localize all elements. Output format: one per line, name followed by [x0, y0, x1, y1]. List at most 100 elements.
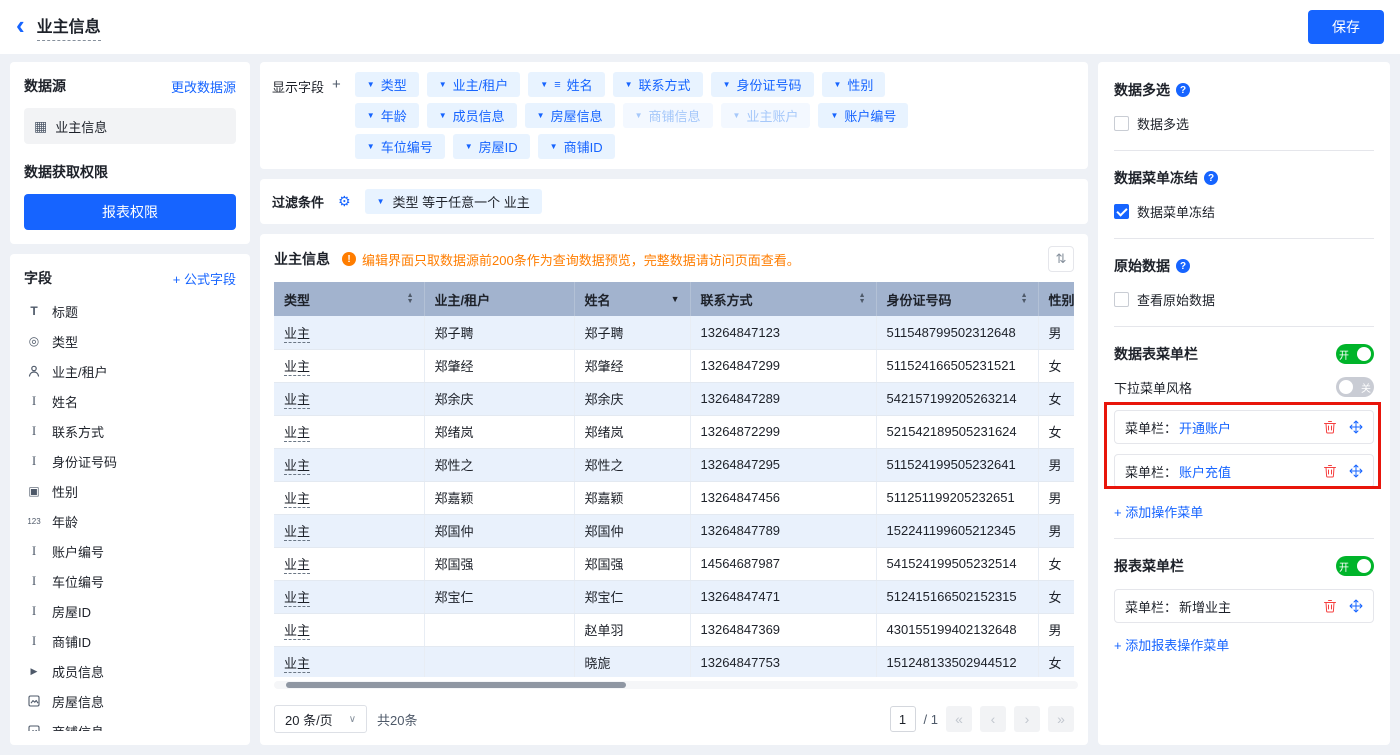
display-field-tag[interactable]: ▼房屋信息	[525, 103, 615, 128]
display-field-tag[interactable]: ▼≡姓名	[528, 72, 604, 97]
cell-type[interactable]: 业主	[274, 613, 424, 646]
next-page-button[interactable]: ›	[1014, 706, 1040, 732]
add-report-menu-link[interactable]: + 添加报表操作菜单	[1114, 638, 1229, 653]
table-row[interactable]: 业主 郑肇经 郑肇经 13264847299 51152416650523152…	[274, 349, 1074, 382]
sort-icon[interactable]: ▲▼	[407, 293, 414, 305]
table-row[interactable]: 业主 晓旎 13264847753 151248133502944512 女	[274, 646, 1074, 677]
cell-type[interactable]: 业主	[274, 547, 424, 580]
column-header[interactable]: 联系方式 ▲▼	[690, 282, 876, 316]
field-item-name[interactable]: I姓名	[24, 386, 236, 416]
drag-handle-icon[interactable]: ≡	[554, 79, 560, 91]
field-item-contact[interactable]: I联系方式	[24, 416, 236, 446]
display-field-tag[interactable]: ▼成员信息	[427, 103, 517, 128]
column-header[interactable]: 性别 ▲▼	[1038, 282, 1074, 316]
gear-icon[interactable]: ⚙	[338, 193, 351, 210]
multi-select-option[interactable]: 数据多选	[1114, 114, 1374, 133]
cell-type[interactable]: 业主	[274, 646, 424, 677]
dropdown-style-toggle[interactable]: 关	[1336, 377, 1374, 397]
chevron-down-icon[interactable]: ▼	[625, 80, 633, 89]
report-menubar-toggle[interactable]: 开	[1336, 556, 1374, 576]
chevron-down-icon[interactable]: ▼	[723, 80, 731, 89]
display-field-tag[interactable]: ▼车位编号	[355, 134, 445, 159]
datasource-item[interactable]: ▦ 业主信息	[24, 108, 236, 144]
help-icon[interactable]: ?	[1176, 83, 1190, 97]
delete-icon[interactable]	[1323, 599, 1337, 613]
field-item-parking-no[interactable]: I车位编号	[24, 566, 236, 596]
cell-type[interactable]: 业主	[274, 580, 424, 613]
move-icon[interactable]	[1349, 420, 1363, 434]
save-button[interactable]: 保存	[1308, 10, 1384, 44]
chevron-down-icon[interactable]: ▼	[367, 142, 375, 151]
table-row[interactable]: 业主 郑绪岚 郑绪岚 13264872299 52154218950523162…	[274, 415, 1074, 448]
field-item-owner-tenant[interactable]: 业主/租户	[24, 356, 236, 386]
menu-item-row[interactable]: 菜单栏： 账户充值	[1114, 454, 1374, 488]
delete-icon[interactable]	[1323, 464, 1337, 478]
first-page-button[interactable]: «	[946, 706, 972, 732]
cell-type[interactable]: 业主	[274, 349, 424, 382]
chevron-down-icon[interactable]: ▼	[830, 111, 838, 120]
display-field-tag[interactable]: ▼房屋ID	[453, 134, 530, 159]
column-header[interactable]: 业主/租户	[424, 282, 574, 316]
display-field-tag[interactable]: ▼性别	[822, 72, 886, 97]
help-icon[interactable]: ?	[1204, 171, 1218, 185]
column-header[interactable]: 姓名 ▼	[574, 282, 690, 316]
display-field-tag[interactable]: ▼商铺信息	[623, 103, 713, 128]
filter-condition-tag[interactable]: ▼ 类型 等于任意一个 业主	[365, 189, 542, 214]
menu-freeze-checkbox[interactable]	[1114, 204, 1129, 219]
chevron-down-icon[interactable]: ▼	[540, 80, 548, 89]
display-field-tag[interactable]: ▼业主/租户	[427, 72, 521, 97]
page-size-select[interactable]: 20 条/页 ∨	[274, 705, 367, 733]
chevron-down-icon[interactable]: ▼	[550, 142, 558, 151]
chevron-down-icon[interactable]: ▼	[367, 111, 375, 120]
cell-type[interactable]: 业主	[274, 382, 424, 415]
table-row[interactable]: 业主 郑宝仁 郑宝仁 13264847471 51241516650215231…	[274, 580, 1074, 613]
report-permission-button[interactable]: 报表权限	[24, 194, 236, 230]
delete-icon[interactable]	[1323, 420, 1337, 434]
change-datasource-link[interactable]: 更改数据源	[171, 77, 236, 96]
field-item-title[interactable]: T标题	[24, 296, 236, 326]
display-field-tag[interactable]: ▼业主账户	[721, 103, 811, 128]
field-item-member-info[interactable]: ▶成员信息	[24, 656, 236, 686]
menu-item-name[interactable]: 账户充值	[1179, 462, 1231, 481]
table-row[interactable]: 业主 郑嘉颖 郑嘉颖 13264847456 51125119920523265…	[274, 481, 1074, 514]
menu-item-row[interactable]: 菜单栏： 新增业主	[1114, 589, 1374, 623]
field-item-idcard[interactable]: I身份证号码	[24, 446, 236, 476]
scrollbar-thumb[interactable]	[286, 682, 626, 688]
display-field-tag[interactable]: ▼商铺ID	[538, 134, 615, 159]
table-row[interactable]: 业主 郑子聘 郑子聘 13264847123 51154879950231264…	[274, 316, 1074, 349]
sort-order-icon[interactable]: ⇅	[1048, 246, 1074, 272]
sort-icon[interactable]: ▲▼	[859, 293, 866, 305]
chevron-down-icon[interactable]: ▼	[367, 80, 375, 89]
menu-item-row[interactable]: 菜单栏： 开通账户	[1114, 410, 1374, 444]
cell-type[interactable]: 业主	[274, 415, 424, 448]
display-field-tag[interactable]: ▼账户编号	[818, 103, 908, 128]
horizontal-scrollbar[interactable]	[274, 681, 1078, 689]
cell-type[interactable]: 业主	[274, 316, 424, 349]
field-item-house-id[interactable]: I房屋ID	[24, 596, 236, 626]
field-item-gender[interactable]: ▣性别	[24, 476, 236, 506]
chevron-down-icon[interactable]: ▼	[635, 111, 643, 120]
table-menubar-toggle[interactable]: 开	[1336, 344, 1374, 364]
current-page-box[interactable]: 1	[890, 706, 916, 732]
raw-data-checkbox[interactable]	[1114, 292, 1129, 307]
display-field-tag[interactable]: ▼类型	[355, 72, 419, 97]
chevron-down-icon[interactable]: ▼	[465, 142, 473, 151]
menu-freeze-option[interactable]: 数据菜单冻结	[1114, 202, 1374, 221]
field-item-type[interactable]: ◎类型	[24, 326, 236, 356]
sort-desc-icon[interactable]: ▼	[671, 294, 680, 304]
chevron-down-icon[interactable]: ▼	[834, 80, 842, 89]
move-icon[interactable]	[1349, 599, 1363, 613]
field-item-shop-id[interactable]: I商铺ID	[24, 626, 236, 656]
cell-type[interactable]: 业主	[274, 514, 424, 547]
column-header[interactable]: 身份证号码 ▲▼	[876, 282, 1038, 316]
display-field-tag[interactable]: ▼身份证号码	[711, 72, 814, 97]
add-display-field-button[interactable]: +	[332, 77, 341, 92]
display-field-tag[interactable]: ▼年龄	[355, 103, 419, 128]
menu-item-name[interactable]: 新增业主	[1179, 597, 1231, 616]
add-action-menu-link[interactable]: + 添加操作菜单	[1114, 505, 1203, 520]
table-row[interactable]: 业主 郑余庆 郑余庆 13264847289 54215719920526321…	[274, 382, 1074, 415]
sort-icon[interactable]: ▲▼	[1021, 293, 1028, 305]
menu-item-name[interactable]: 开通账户	[1179, 418, 1231, 437]
table-row[interactable]: 业主 郑性之 郑性之 13264847295 51152419950523264…	[274, 448, 1074, 481]
column-header[interactable]: 类型 ▲▼	[274, 282, 424, 316]
